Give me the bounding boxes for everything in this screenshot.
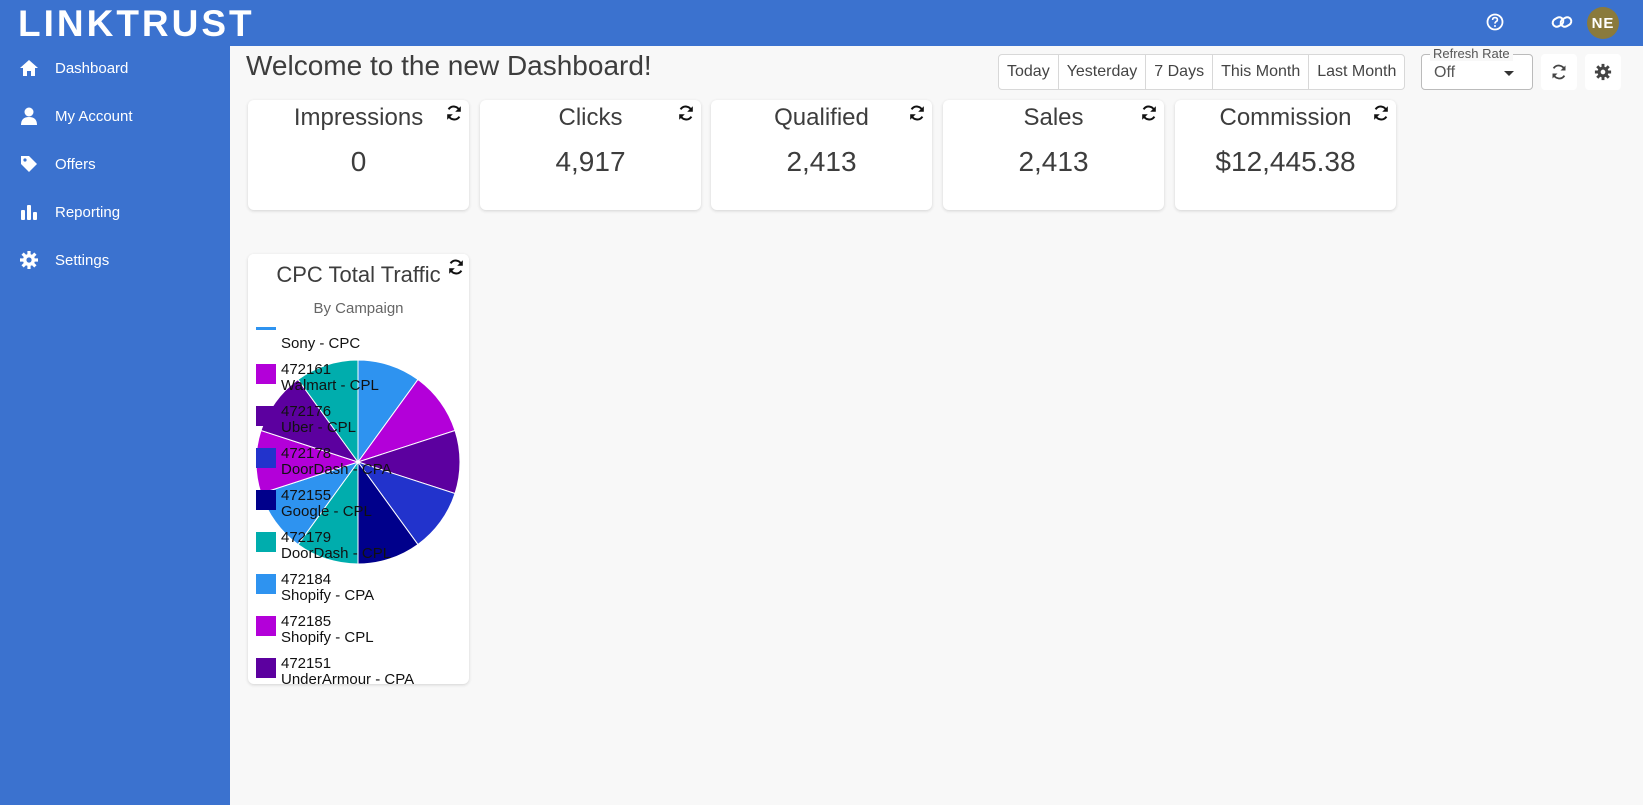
legend-swatch[interactable] xyxy=(256,490,276,510)
link-icon[interactable] xyxy=(1550,10,1574,34)
home-icon xyxy=(18,57,40,79)
refresh-icon[interactable] xyxy=(677,104,695,122)
stat-card-qualified: Qualified 2,413 xyxy=(711,100,932,210)
legend-swatch[interactable] xyxy=(256,616,276,636)
sidebar-item-label: Reporting xyxy=(55,203,121,221)
legend-id: 472176 xyxy=(281,403,331,420)
legend-id: 472151 xyxy=(281,655,331,672)
sidebar-item-label: Offers xyxy=(55,155,96,173)
stat-label: Impressions xyxy=(293,104,424,131)
refresh-icon[interactable] xyxy=(1372,104,1390,122)
stat-value: 4,917 xyxy=(555,146,626,177)
refresh-icon[interactable] xyxy=(445,104,463,122)
sidebar-item-label: Dashboard xyxy=(55,59,129,77)
tag-icon xyxy=(18,153,40,175)
legend-name: DoorDash - CPL xyxy=(281,545,391,562)
legend-id: 472155 xyxy=(281,487,331,504)
bar-chart-icon xyxy=(18,201,40,223)
legend-name: Shopify - CPA xyxy=(281,587,374,604)
gear-icon xyxy=(1594,63,1612,81)
linktrust-logo[interactable]: LINKTRUST xyxy=(18,3,258,41)
chart-title: CPC Total Traffic xyxy=(276,262,441,287)
stat-card-sales: Sales 2,413 xyxy=(943,100,1164,210)
gear-icon xyxy=(18,249,40,271)
legend-swatch[interactable] xyxy=(256,406,276,426)
top-bar: LINKTRUST NE xyxy=(0,0,1643,46)
refresh-icon[interactable] xyxy=(447,258,465,276)
sidebar-item-label: My Account xyxy=(55,107,133,125)
sidebar-item-reporting[interactable]: Reporting xyxy=(0,190,230,234)
range-today-button[interactable]: Today xyxy=(999,55,1059,89)
date-range-selector: Today Yesterday 7 Days This Month Last M… xyxy=(998,54,1406,90)
legend-id: 472178 xyxy=(281,445,331,462)
person-icon xyxy=(18,105,40,127)
refresh-icon[interactable] xyxy=(1140,104,1158,122)
cpc-traffic-chart-card: Sony - CPC 472161 Walmart - CPL 472176 Uber … xyxy=(248,254,469,684)
legend-id: 472185 xyxy=(281,613,331,630)
chevron-down-icon xyxy=(1504,71,1514,76)
legend-swatch[interactable] xyxy=(256,448,276,468)
page-title: Welcome to the new Dashboard! xyxy=(246,50,652,81)
range-yesterday-button[interactable]: Yesterday xyxy=(1059,55,1147,89)
dashboard-settings-button[interactable] xyxy=(1585,54,1621,90)
stat-value: 2,413 xyxy=(1018,146,1089,177)
legend-name: DoorDash - CPA xyxy=(281,461,392,478)
refresh-icon xyxy=(1552,64,1566,80)
sidebar-item-my-account[interactable]: My Account xyxy=(0,94,230,138)
legend-swatch[interactable] xyxy=(256,658,276,678)
legend-swatch[interactable] xyxy=(256,364,276,384)
stat-card-commission: Commission $12,445.38 xyxy=(1175,100,1396,210)
sidebar-item-dashboard[interactable]: Dashboard xyxy=(0,46,230,90)
sidebar-item-offers[interactable]: Offers xyxy=(0,142,230,186)
stat-value: $12,445.38 xyxy=(1215,146,1356,177)
legend-id: 472184 xyxy=(281,571,331,588)
refresh-rate-value: Off xyxy=(1434,64,1456,81)
stat-label: Sales xyxy=(1023,104,1084,131)
legend-name: Sony - CPC xyxy=(281,335,360,352)
range-last-month-button[interactable]: Last Month xyxy=(1309,55,1404,89)
stat-value: 0 xyxy=(350,146,367,177)
chart-subtitle: By Campaign xyxy=(313,300,404,317)
stat-value: 2,413 xyxy=(786,146,857,177)
legend-name: Uber - CPL xyxy=(281,419,356,436)
legend-id: 472179 xyxy=(281,529,331,546)
stat-label: Clicks xyxy=(558,104,623,131)
refresh-icon[interactable] xyxy=(908,104,926,122)
legend-swatch[interactable] xyxy=(256,327,276,330)
legend-name: Google - CPL xyxy=(281,503,372,520)
legend-swatch[interactable] xyxy=(256,574,276,594)
sidebar-item-label: Settings xyxy=(55,251,110,269)
refresh-button[interactable] xyxy=(1541,54,1577,90)
stat-card-clicks: Clicks 4,917 xyxy=(480,100,701,210)
legend-name: Shopify - CPL xyxy=(281,629,374,646)
range-7-days-button[interactable]: 7 Days xyxy=(1146,55,1214,89)
user-avatar[interactable]: NE xyxy=(1587,7,1619,39)
legend-id: 472161 xyxy=(281,361,331,378)
legend-swatch[interactable] xyxy=(256,532,276,552)
stat-label: Qualified xyxy=(774,104,869,131)
refresh-rate-label: Refresh Rate xyxy=(1430,47,1513,61)
help-icon[interactable] xyxy=(1483,10,1507,34)
legend-name: UnderArmour - CPA xyxy=(281,671,414,684)
stat-label: Commission xyxy=(1219,104,1352,131)
sidebar-item-settings[interactable]: Settings xyxy=(0,238,230,282)
refresh-rate-select[interactable]: Refresh Rate Off xyxy=(1421,47,1533,90)
pie-chart: Sony - CPC 472161Walmart - CPL 472176Uber … xyxy=(248,254,469,684)
svg-text:LINKTRUST: LINKTRUST xyxy=(18,3,255,41)
sidebar: Dashboard My Account Offers Reporting Se… xyxy=(0,46,230,805)
legend-name: Walmart - CPL xyxy=(281,377,379,394)
stat-card-impressions: Impressions 0 xyxy=(248,100,469,210)
range-this-month-button[interactable]: This Month xyxy=(1213,55,1310,89)
